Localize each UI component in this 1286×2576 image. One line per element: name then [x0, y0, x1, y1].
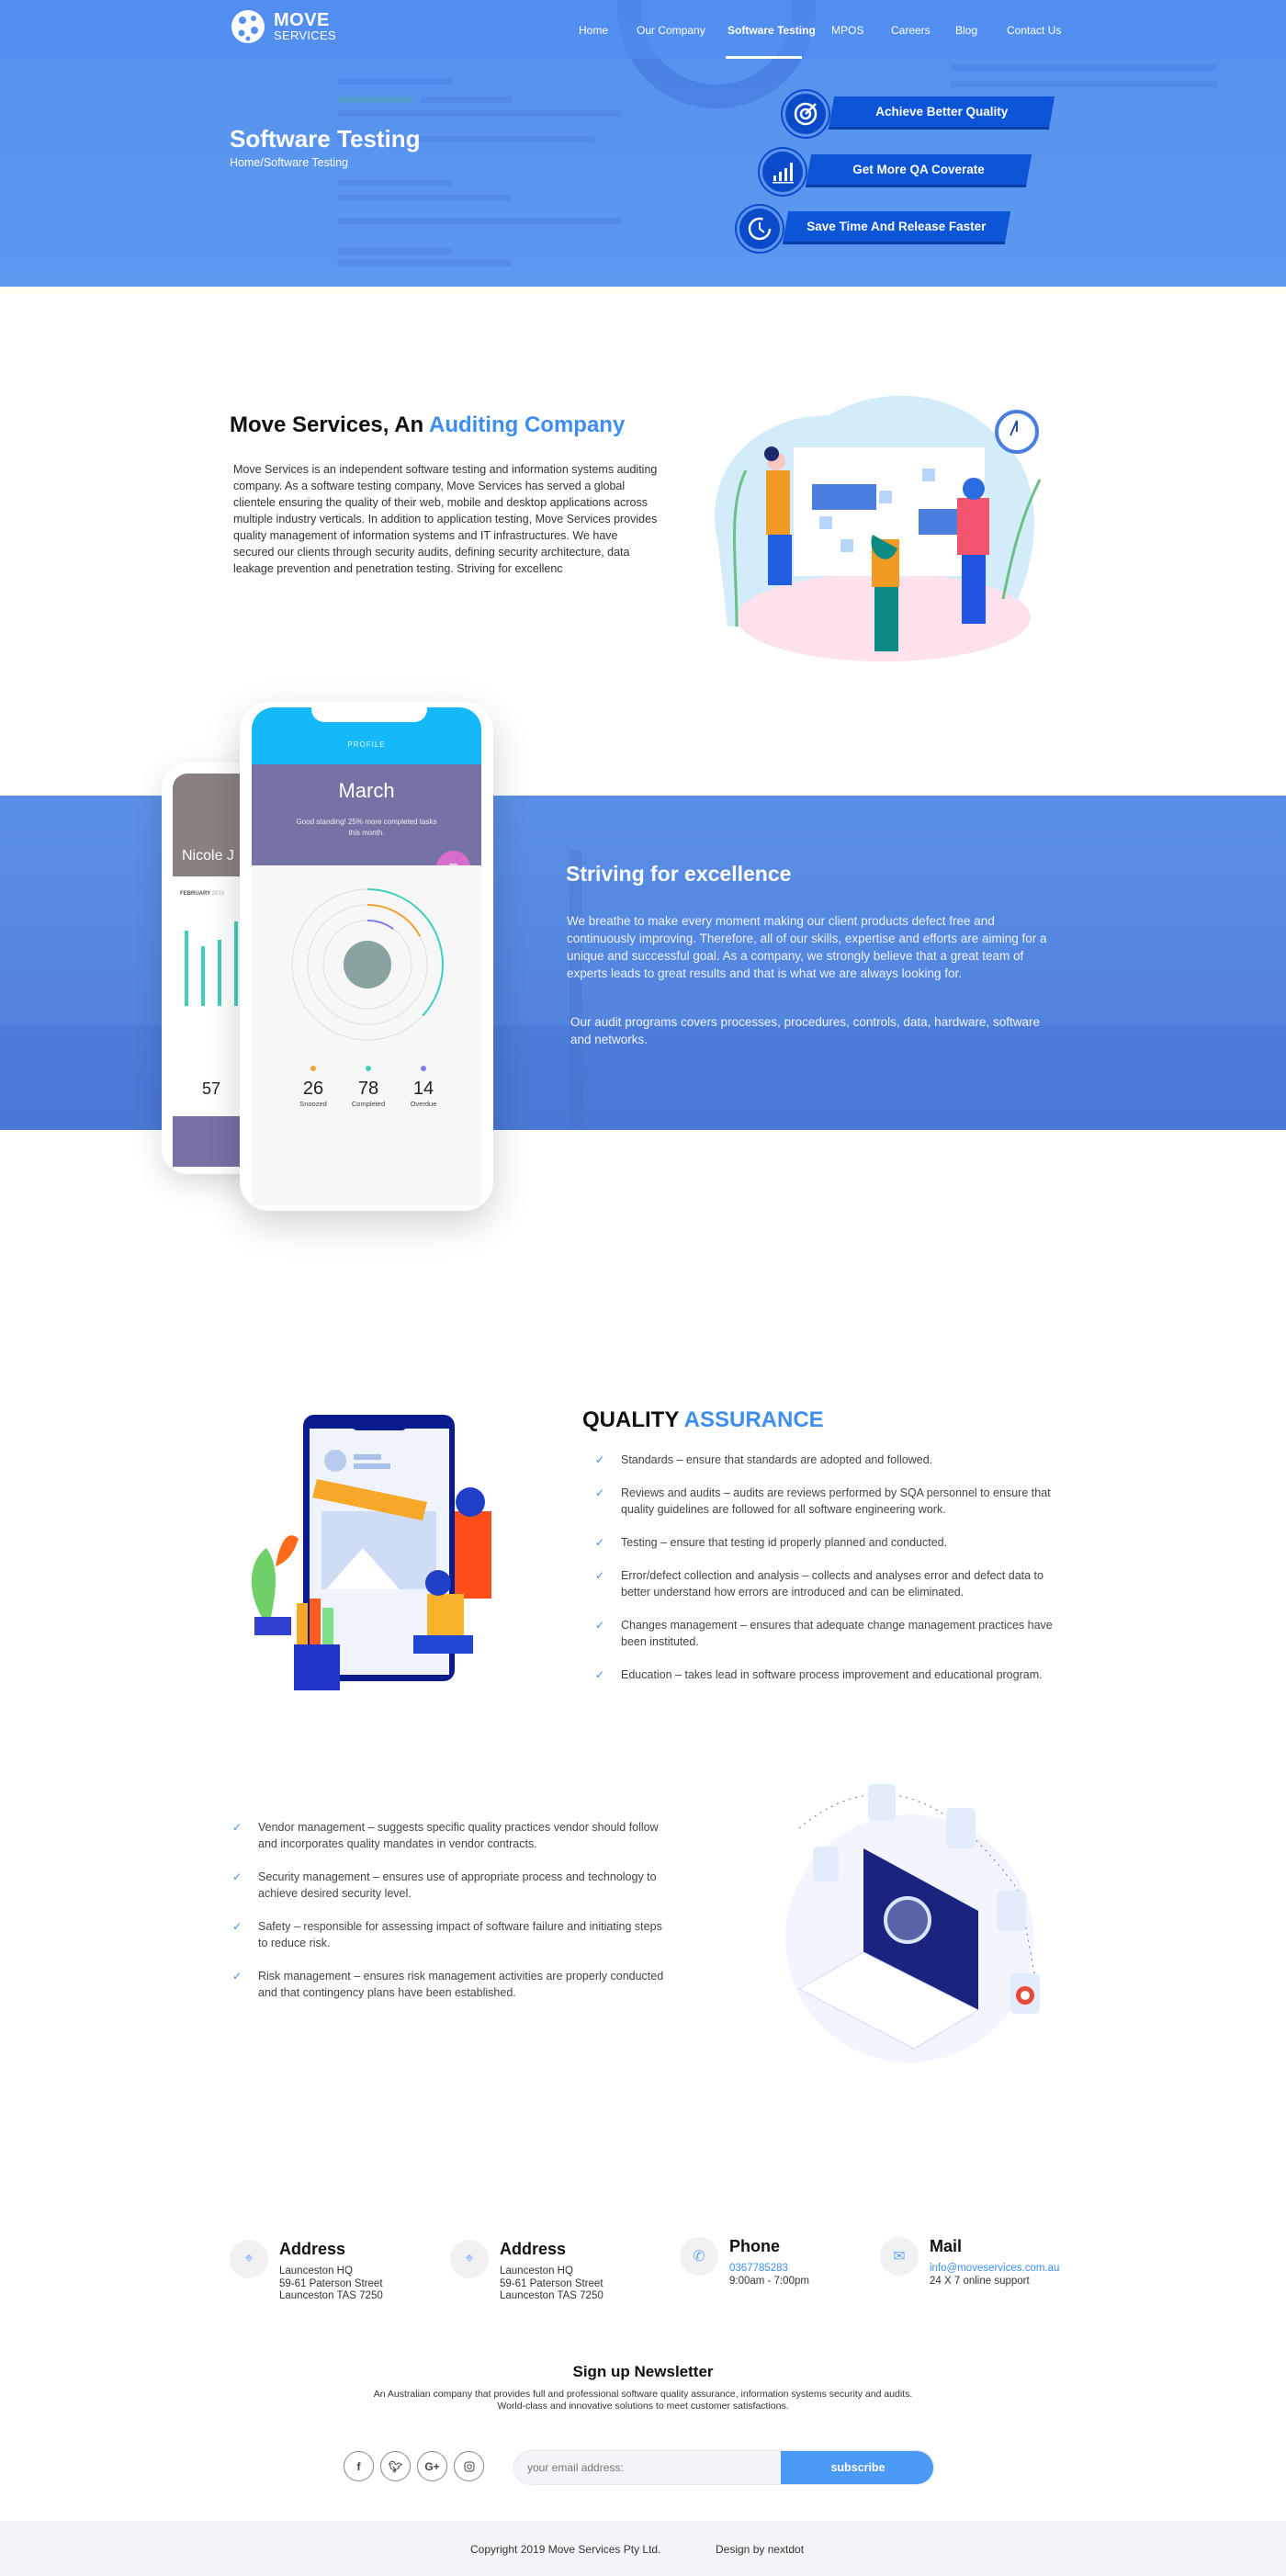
top-navbar: MOVE SERVICES Home Our Company Software T…	[0, 0, 1286, 59]
back-bar	[218, 940, 221, 1006]
facebook-icon[interactable]: f	[344, 2451, 374, 2481]
back-bar	[185, 931, 188, 1006]
newsletter-title: Sign up Newsletter	[572, 2363, 714, 2380]
badge-qa-coverage: Get More QA Coverate	[805, 154, 1032, 187]
front-phone-mockup: PROFILE March Good standing! 25% more co…	[240, 702, 493, 1211]
qa-list-item: ✓ Safety – responsible for assessing impa…	[232, 1920, 662, 1949]
phone-header: PROFILE	[347, 740, 386, 749]
laptop-search-illustration	[785, 1784, 1040, 2062]
phone-stats: 26 Snoozed 78 Completed 14 Overdue	[290, 1066, 446, 1108]
hero-divider	[0, 287, 1286, 294]
check-icon: ✓	[595, 1486, 605, 1499]
logo-text[interactable]: MOVE SERVICES	[274, 11, 336, 41]
check-icon: ✓	[232, 1821, 243, 1834]
qa-list-secondary: ✓ Vendor management – suggests specific q…	[232, 1819, 669, 2017]
check-icon: ✓	[232, 1870, 243, 1883]
qa-list: ✓ Standards – ensure that standards are a…	[595, 1452, 1064, 1700]
qa-list-item: ✓ Testing – ensure that testing id proper…	[595, 1536, 948, 1549]
nav-careers[interactable]: Careers	[891, 24, 931, 37]
newsletter-text-2: World-class and innovative solutions to …	[497, 2401, 789, 2412]
stat-overdue: 14 Overdue	[400, 1066, 446, 1108]
qa-list-item: ✓ Security management – ensures use of ap…	[232, 1870, 657, 1900]
bar-chart-icon	[760, 149, 806, 195]
qa-list-item: ✓ Reviews and audits – audits are reviews…	[595, 1486, 1051, 1516]
mail-icon: ✉	[880, 2237, 919, 2276]
copyright: Copyright 2019 Move Services Pty Ltd.	[470, 2543, 661, 2556]
email-input[interactable]	[514, 2451, 781, 2484]
qa-list-item: ✓ Risk management – ensures risk manageme…	[232, 1970, 664, 1999]
about-title: Move Services, An Auditing Company	[230, 412, 626, 437]
instagram-icon[interactable]	[454, 2451, 484, 2481]
back-bar	[201, 946, 205, 1006]
check-icon: ✓	[595, 1619, 605, 1632]
nav-our-company[interactable]: Our Company	[637, 24, 705, 37]
mail-link[interactable]: info@moveservices.com.au	[930, 2263, 1059, 2274]
nav-blog[interactable]: Blog	[955, 24, 977, 37]
qa-list-item: ✓ Vendor management – suggests specific q…	[232, 1821, 659, 1850]
badge-achieve-quality: Achieve Better Quality	[828, 96, 1055, 130]
nav-software-testing[interactable]: Software Testing	[728, 24, 816, 37]
progress-rings	[291, 888, 444, 1041]
page-title: Software Testing	[230, 125, 421, 153]
back-bar	[234, 921, 238, 1006]
excellence-text-2: Our audit programs covers processes, pro…	[570, 1015, 1040, 1046]
badge-save-time: Save Time And Release Faster	[782, 211, 1011, 244]
qa-title: QUALITY ASSURANCE	[582, 1407, 824, 1432]
check-icon: ✓	[595, 1536, 605, 1549]
check-icon: ✓	[232, 1920, 243, 1933]
map-pin-icon: ⌖	[450, 2240, 489, 2278]
back-phone-name: Nicole J	[182, 848, 234, 864]
team-planning-illustration	[715, 395, 1042, 661]
qa-list-item: ✓ Standards – ensure that standards are a…	[595, 1453, 933, 1466]
breadcrumb[interactable]: Home/Software Testing	[230, 156, 348, 169]
qa-list-item: ✓ Education – takes lead in software proc…	[595, 1668, 1043, 1681]
check-icon: ✓	[232, 1970, 243, 1983]
stat-snoozed: 26 Snoozed	[290, 1066, 336, 1108]
google-plus-icon[interactable]: G+	[417, 2451, 447, 2481]
newsletter-text-1: An Australian company that provides full…	[373, 2389, 913, 2400]
stat-completed: 78 Completed	[345, 1066, 391, 1108]
phone-standing: Good standing! 25% more completed tasks …	[296, 818, 437, 837]
check-icon: ✓	[595, 1569, 605, 1582]
nav-mpos[interactable]: MPOS	[831, 24, 863, 37]
subscribe-button[interactable]: subscribe	[781, 2451, 933, 2484]
qa-list-item: ✓ Error/defect collection and analysis – …	[595, 1569, 1043, 1599]
about-text: Move Services is an independent software…	[233, 463, 658, 575]
map-pin-icon: ⌖	[230, 2240, 268, 2278]
clock-icon	[737, 206, 783, 252]
back-phone-count: 57	[202, 1079, 221, 1098]
target-icon	[783, 91, 829, 137]
nav-contact-us[interactable]: Contact Us	[1007, 24, 1061, 37]
nav-active-indicator	[726, 56, 802, 59]
phone-icon: ✆	[680, 2237, 718, 2276]
nav-home[interactable]: Home	[579, 24, 608, 37]
check-icon: ✓	[595, 1453, 605, 1466]
excellence-text-1: We breathe to make every moment making o…	[567, 914, 1047, 980]
phone-month: March	[338, 779, 395, 802]
twitter-icon[interactable]: 🐦︎	[380, 2451, 411, 2481]
newsletter-form: subscribe	[513, 2450, 934, 2485]
check-icon: ✓	[595, 1668, 605, 1681]
excellence-title: Striving for excellence	[566, 862, 792, 886]
logo-icon	[231, 10, 265, 43]
design-credit: Design by nextdot	[716, 2543, 805, 2556]
phone-link[interactable]: 0367785283	[729, 2263, 788, 2274]
qa-team-illustration	[251, 1415, 491, 1690]
qa-list-item: ✓ Changes management – ensures that adequ…	[595, 1619, 1053, 1648]
footer: Copyright 2019 Move Services Pty Ltd. De…	[0, 2521, 1286, 2576]
